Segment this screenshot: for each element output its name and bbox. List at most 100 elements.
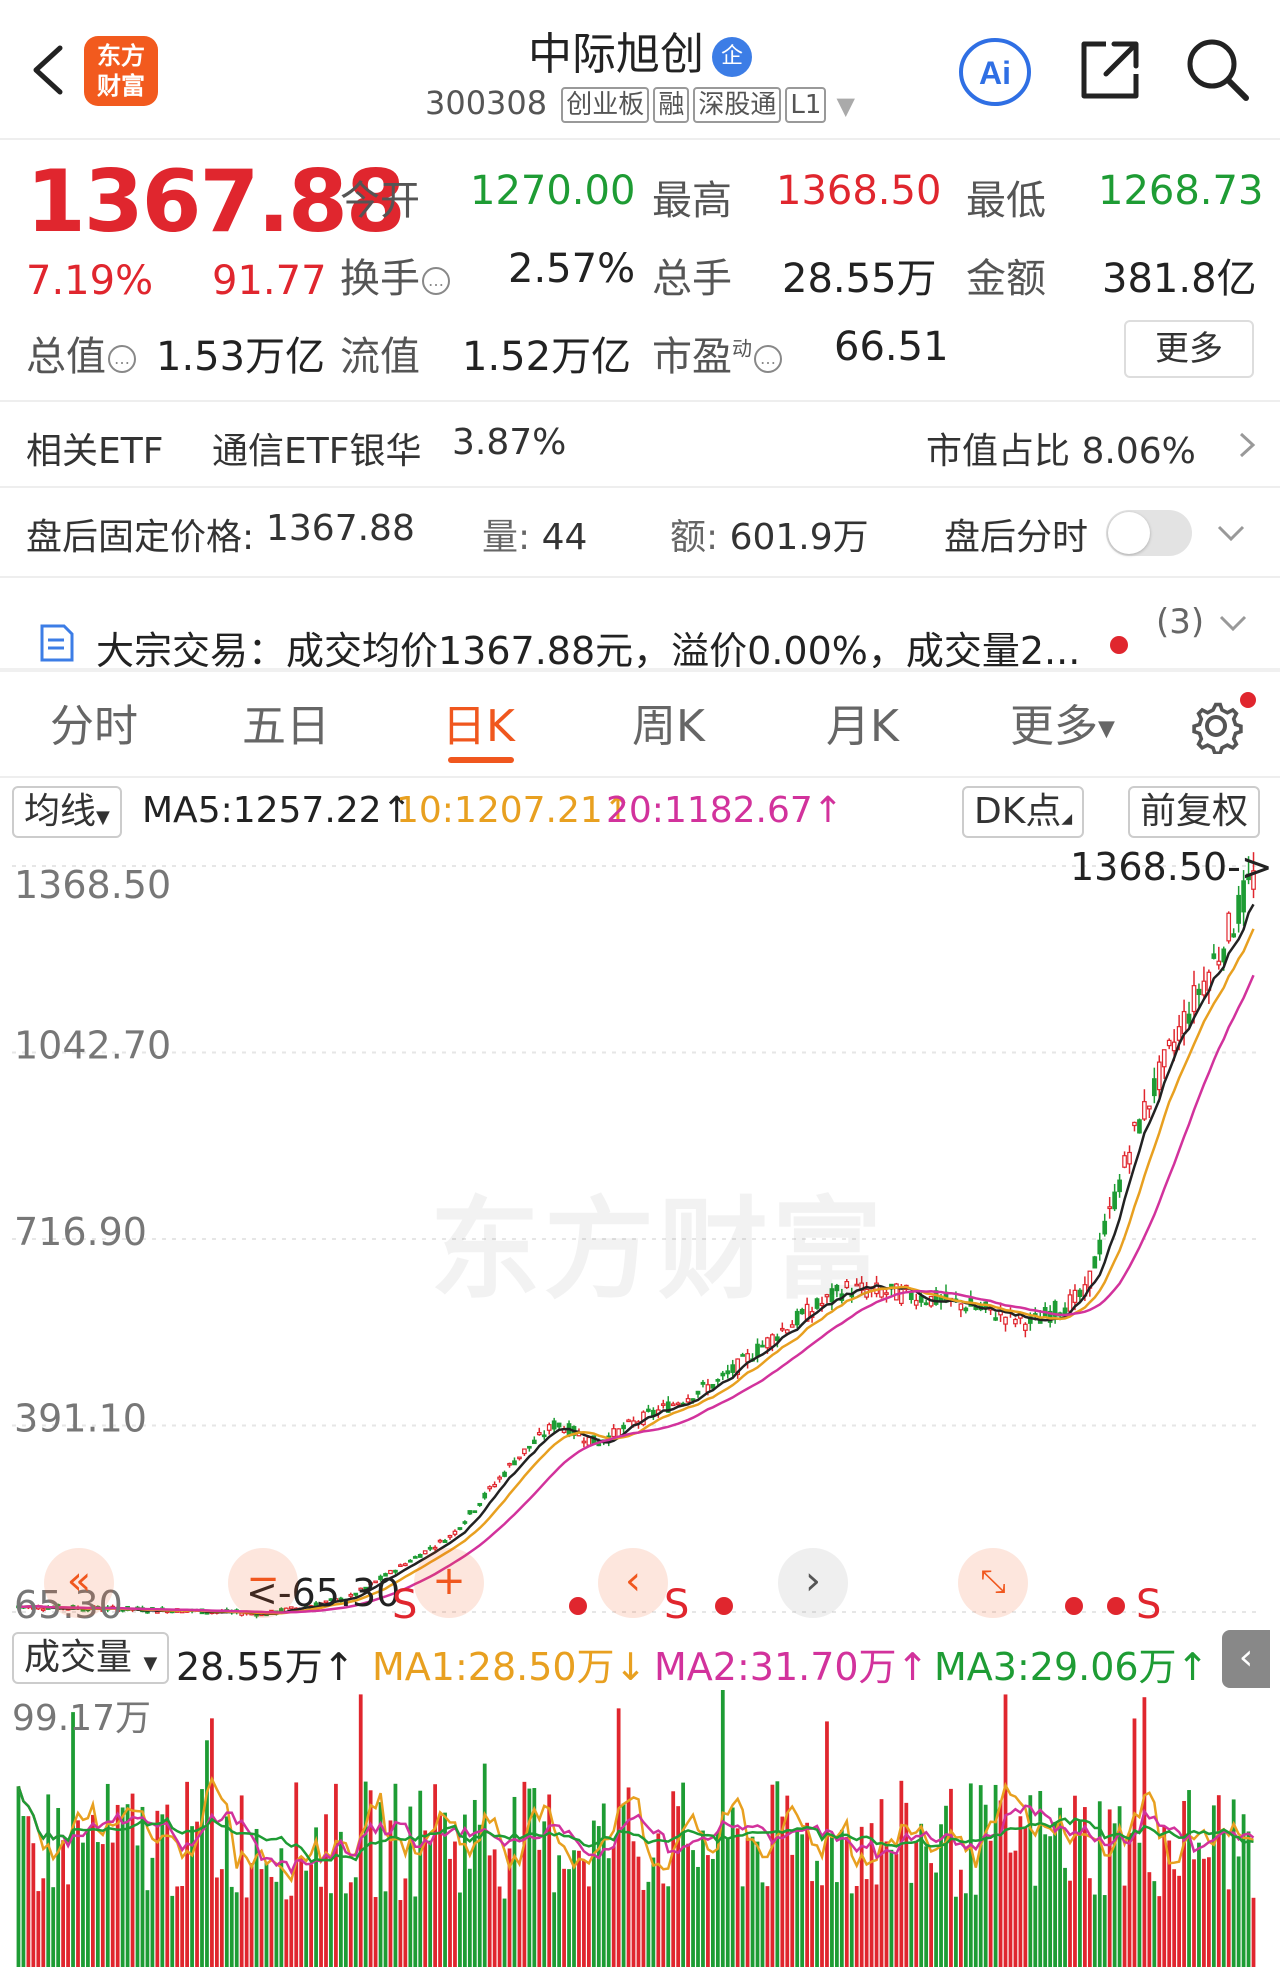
turnover-label[interactable]: 换手… [340,246,450,304]
candle-body [755,1343,760,1358]
volume-bar [1023,1827,1028,1967]
search-icon[interactable] [1182,34,1252,104]
candle-body [407,1559,413,1563]
volume-bar [1147,1872,1152,1967]
volume-bar [914,1841,919,1967]
candle-body [770,1334,775,1348]
share-icon[interactable] [1076,36,1144,104]
after-hours-volume: 量: 44 [482,517,588,558]
candle-body [1072,1289,1078,1303]
unread-dot [1110,636,1128,654]
tab-weekly-k[interactable]: 周K [632,690,705,754]
candle-body [477,1502,483,1506]
candle-body [1062,1307,1068,1316]
scroll-right-button[interactable]: › [778,1548,848,1618]
pe-label[interactable]: 市盈动… [652,324,782,382]
volume-bar [978,1785,983,1967]
volume-bar [433,1784,438,1967]
candle-body [403,1563,408,1567]
candle-body [437,1539,443,1543]
document-icon [40,624,74,662]
info-icon[interactable]: … [754,345,782,373]
volume-bar [661,1883,666,1967]
after-hours-toggle[interactable] [1106,510,1192,556]
settings-gear-icon[interactable] [1186,694,1246,754]
volume-bar [1013,1850,1018,1967]
low-value: 1268.73 [1098,168,1264,214]
signal-dot [1107,1597,1125,1615]
volume-bar [611,1846,616,1967]
chevron-down-icon[interactable] [1216,606,1250,640]
volume-bar [1127,1833,1132,1967]
volume-bar [214,1877,219,1967]
settings-badge [1240,692,1256,708]
candle-body [492,1484,497,1488]
volume-bar [1197,1842,1201,1967]
info-icon[interactable]: … [108,345,136,373]
tab-monthly-k[interactable]: 月K [826,690,899,754]
zoom-in-button[interactable]: + [414,1548,484,1618]
etf-name[interactable]: 通信ETF银华 [212,422,421,474]
volume-bar [100,1844,105,1967]
volume-bar [393,1783,398,1967]
volume-bar [696,1866,700,1967]
candle-body [487,1486,493,1490]
candle-body [963,1307,969,1312]
caret-down-icon[interactable]: ▼ [837,92,855,120]
candle-body [497,1476,502,1480]
fullscreen-icon[interactable]: ⤡ [958,1548,1028,1618]
volume-bar [894,1853,899,1967]
volume-bar [924,1846,929,1967]
volume-bar [1078,1820,1082,1967]
zoom-out-button[interactable]: − [228,1548,298,1618]
info-icon[interactable]: … [422,267,450,295]
mktcap-label[interactable]: 总值… [26,324,136,382]
change-percent: 7.19% [26,258,154,304]
volume-bar [210,1718,214,1967]
volume-bar [1187,1790,1191,1967]
volume-bar [36,1891,41,1967]
chevron-right-icon[interactable] [1230,428,1264,462]
volume-bar [949,1788,953,1967]
volume-bar [423,1830,428,1967]
collapse-panel-button[interactable]: ‹ [1222,1630,1270,1688]
candle-body [512,1460,517,1466]
volume-bar [820,1885,824,1967]
volume-indicator-selector[interactable]: 成交量 ▼ [12,1632,170,1684]
volume-bar [790,1854,795,1967]
volume-bar [557,1855,562,1967]
scroll-left-button[interactable]: ‹ [598,1548,668,1618]
volume-bar [1102,1895,1107,1967]
volume-axis-max: 99.17万 [12,1698,151,1739]
dk-point-button[interactable]: DK点◢ [962,786,1085,838]
volume-bar [968,1783,973,1967]
volume-bar [418,1790,423,1967]
ai-assistant-icon[interactable]: Ai [955,36,1035,108]
more-metrics-button[interactable]: 更多 [1124,320,1254,378]
volume-chart[interactable]: 99.17万 [0,1690,1280,1967]
volume-bar [1182,1800,1186,1967]
scroll-start-button[interactable]: « [44,1548,114,1618]
divider [0,776,1280,778]
candle-body [715,1379,721,1382]
candle-body [536,1432,542,1436]
candle-body [541,1434,547,1438]
volume-bar [329,1893,333,1967]
adjust-button[interactable]: 前复权 [1128,786,1261,838]
block-trade-text[interactable]: 大宗交易：成交均价1367.88元，溢价0.00%，成交量2... [96,620,1080,675]
tab-daily-k[interactable]: 日K [442,690,515,754]
tab-five-day[interactable]: 五日 [242,690,330,754]
volume-bar [324,1814,328,1967]
pe-value: 66.51 [834,324,949,370]
etf-weight[interactable]: 市值占比 8.06% [926,422,1196,474]
app-header: 东方 财富 中际旭创企 300308 创业板融深股通 L1 ▼ Ai [0,0,1280,140]
volume-bar [398,1900,403,1967]
volume-bar [229,1886,234,1967]
volume-bar [289,1895,294,1967]
high-value: 1368.50 [776,168,942,214]
ma-selector[interactable]: 均线▼ [12,786,122,838]
tab-more[interactable]: 更多▼ [1010,690,1115,754]
chevron-down-icon[interactable] [1214,516,1248,550]
volume-bar [1177,1875,1182,1967]
tab-intraday[interactable]: 分时 [50,690,138,754]
